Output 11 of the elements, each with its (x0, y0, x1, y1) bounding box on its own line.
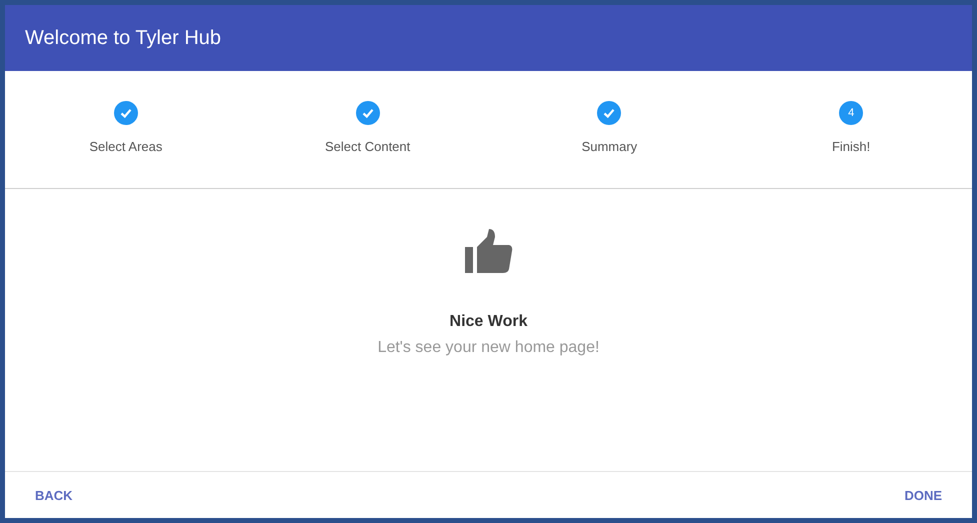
step-label: Finish! (832, 139, 870, 154)
step-number: 4 (839, 101, 864, 125)
step-label: Summary (582, 139, 638, 154)
dialog-title: Welcome to Tyler Hub (25, 26, 222, 50)
step-label: Select Areas (89, 139, 162, 154)
back-button[interactable]: BACK (23, 482, 85, 508)
message-heading: Nice Work (450, 313, 528, 331)
done-button[interactable]: DONE (892, 482, 954, 508)
step-label: Select Content (324, 139, 410, 154)
message-text: Let's see your new home page! (378, 339, 600, 357)
thumbs-up-icon (464, 229, 512, 273)
